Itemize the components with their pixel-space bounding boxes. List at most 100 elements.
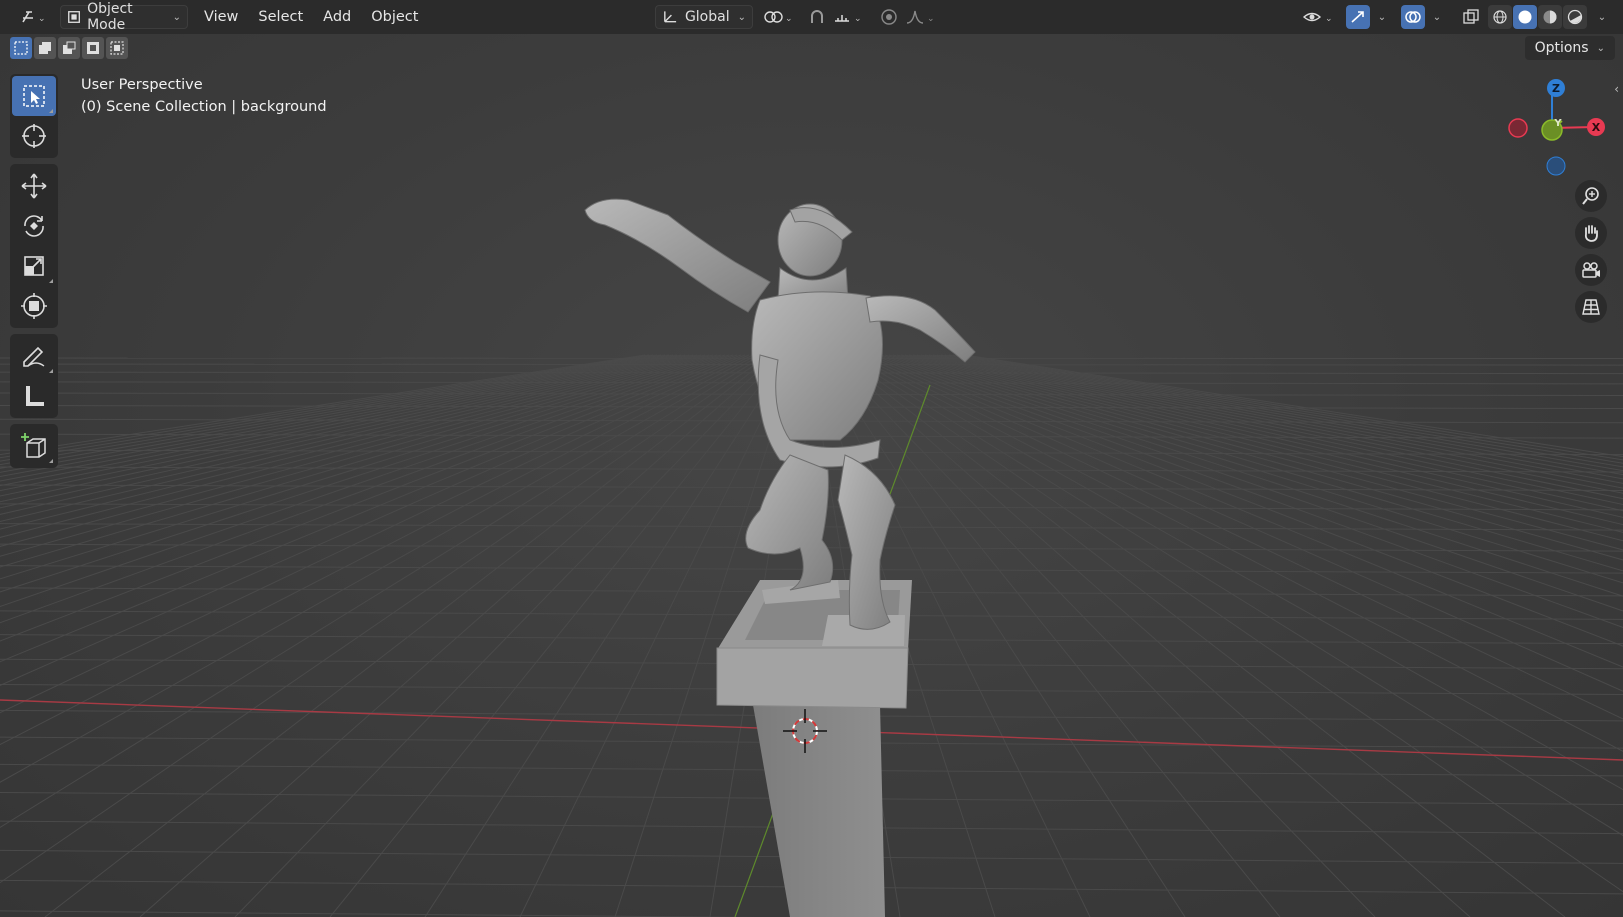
chevron-down-icon: ⌄ bbox=[172, 11, 181, 23]
eye-icon[interactable]: ⌄ bbox=[1300, 5, 1338, 29]
menu-view[interactable]: View bbox=[194, 5, 248, 29]
chevron-down-icon[interactable]: ⌄ bbox=[1592, 5, 1610, 29]
magnet-icon[interactable] bbox=[805, 5, 829, 29]
grid-line bbox=[0, 354, 706, 530]
measure-tool[interactable] bbox=[12, 376, 56, 416]
cursor-tool[interactable] bbox=[12, 116, 56, 156]
3d-viewport[interactable] bbox=[0, 0, 1623, 917]
scale-icon bbox=[24, 256, 44, 276]
chevron-down-icon: ⌄ bbox=[1596, 42, 1605, 54]
svg-text:⌄: ⌄ bbox=[1325, 14, 1333, 24]
cursor-icon bbox=[22, 124, 46, 148]
menu-object[interactable]: Object bbox=[361, 5, 428, 29]
svg-text:Y: Y bbox=[1553, 118, 1562, 129]
statue bbox=[584, 198, 976, 630]
select-new-icon[interactable] bbox=[10, 37, 32, 59]
grid-line bbox=[0, 354, 734, 608]
svg-text:⌄: ⌄ bbox=[785, 14, 793, 24]
grid-line bbox=[0, 354, 750, 686]
pedestal-pillar bbox=[753, 705, 885, 917]
svg-text:Z: Z bbox=[1552, 82, 1560, 95]
rotate-tool[interactable] bbox=[12, 206, 56, 246]
grid-line bbox=[0, 354, 718, 557]
negative-x-axis-icon[interactable] bbox=[1508, 118, 1528, 138]
tool-group-select bbox=[10, 74, 58, 158]
scale-tool[interactable] bbox=[12, 246, 56, 286]
material-icon[interactable] bbox=[1538, 5, 1562, 29]
collection-info: (0) Scene Collection | background bbox=[81, 99, 327, 115]
corner-indicator bbox=[49, 109, 53, 113]
grid-line bbox=[0, 354, 686, 497]
grid-line bbox=[0, 354, 710, 538]
tool-group-add bbox=[10, 424, 58, 468]
zoom-icon[interactable] bbox=[1575, 180, 1607, 212]
sidebar-toggle-icon[interactable]: ‹ bbox=[1614, 82, 1619, 96]
x-axis-button[interactable]: X bbox=[1587, 118, 1605, 136]
select-intersect-icon[interactable] bbox=[106, 37, 128, 59]
menu-select[interactable]: Select bbox=[248, 5, 313, 29]
menu-add[interactable]: Add bbox=[313, 5, 361, 29]
move-icon bbox=[21, 173, 47, 199]
grid-line bbox=[0, 354, 738, 624]
tool-group-annotate bbox=[10, 334, 58, 418]
transform-icon bbox=[21, 293, 47, 319]
grid-line bbox=[832, 354, 1471, 917]
svg-text:X: X bbox=[1592, 121, 1601, 134]
navigation-gizmo[interactable]: Y Z X bbox=[1500, 72, 1610, 182]
add-cube-tool[interactable] bbox=[12, 426, 56, 466]
mode-label: Object Mode bbox=[87, 1, 133, 33]
annotate-tool[interactable] bbox=[12, 336, 56, 376]
negative-z-axis-icon[interactable] bbox=[1546, 156, 1566, 176]
chevron-down-icon[interactable]: ⌄ bbox=[1427, 5, 1445, 29]
options-label: Options bbox=[1534, 40, 1589, 56]
chevron-down-icon[interactable]: ⌄ bbox=[1372, 5, 1390, 29]
xray-icon[interactable] bbox=[1459, 5, 1483, 29]
rotate-icon bbox=[24, 215, 44, 237]
grid-line bbox=[0, 354, 702, 523]
corner-indicator bbox=[49, 459, 53, 463]
header-menus: View Select Add Object bbox=[194, 5, 428, 29]
pan-hand-icon[interactable] bbox=[1575, 217, 1607, 249]
view-name: User Perspective bbox=[81, 77, 203, 93]
ortho-grid-icon[interactable] bbox=[1575, 291, 1607, 323]
snap-target-icon[interactable]: ⌄ bbox=[830, 5, 870, 29]
svg-text:⌄: ⌄ bbox=[38, 14, 46, 24]
viewport-header: ⌄ Object Mode ⌄ View Select Add Object G… bbox=[0, 0, 1623, 34]
pivot-icon[interactable]: ⌄ bbox=[760, 5, 798, 29]
select-box-icon bbox=[23, 85, 45, 107]
y-axis-button[interactable]: Y bbox=[1541, 118, 1563, 141]
select-box-tool[interactable] bbox=[12, 76, 56, 116]
overlays-icon[interactable] bbox=[1401, 5, 1425, 29]
rendered-icon[interactable] bbox=[1563, 5, 1587, 29]
solid-icon[interactable] bbox=[1513, 5, 1537, 29]
object-mode-icon bbox=[68, 11, 80, 23]
viewport-info: User Perspective (0) Scene Collection | … bbox=[81, 74, 327, 118]
z-axis-button[interactable]: Z bbox=[1547, 79, 1565, 97]
move-tool[interactable] bbox=[12, 166, 56, 206]
select-subtract-icon[interactable] bbox=[58, 37, 80, 59]
ruler-icon bbox=[26, 386, 44, 406]
gizmo-icon[interactable] bbox=[1346, 5, 1370, 29]
proportional-edit-icon[interactable] bbox=[877, 5, 901, 29]
corner-indicator bbox=[49, 279, 53, 283]
transform-tool[interactable] bbox=[12, 286, 56, 326]
grid-line bbox=[0, 354, 714, 547]
pencil-icon bbox=[23, 346, 45, 367]
options-button[interactable]: Options ⌄ bbox=[1524, 36, 1615, 60]
transform-orientation-select[interactable]: Global ⌄ bbox=[655, 5, 753, 29]
grid-line bbox=[0, 354, 722, 568]
select-invert-icon[interactable] bbox=[82, 37, 104, 59]
shading-modes bbox=[1488, 5, 1587, 29]
blender-window: ⌄ Object Mode ⌄ View Select Add Object G… bbox=[0, 0, 1623, 917]
falloff-icon[interactable]: ⌄ bbox=[903, 5, 939, 29]
corner-indicator bbox=[49, 369, 53, 373]
mode-select[interactable]: Object Mode ⌄ bbox=[60, 1, 188, 33]
viewport-scene bbox=[0, 198, 1623, 917]
wireframe-icon[interactable] bbox=[1488, 5, 1512, 29]
tool-shelf bbox=[10, 74, 58, 474]
camera-icon[interactable] bbox=[1575, 254, 1607, 286]
axis-icon bbox=[664, 11, 677, 23]
editor-type-icon[interactable]: ⌄ bbox=[14, 5, 54, 29]
select-extend-icon[interactable] bbox=[34, 37, 56, 59]
svg-text:⌄: ⌄ bbox=[927, 14, 935, 24]
